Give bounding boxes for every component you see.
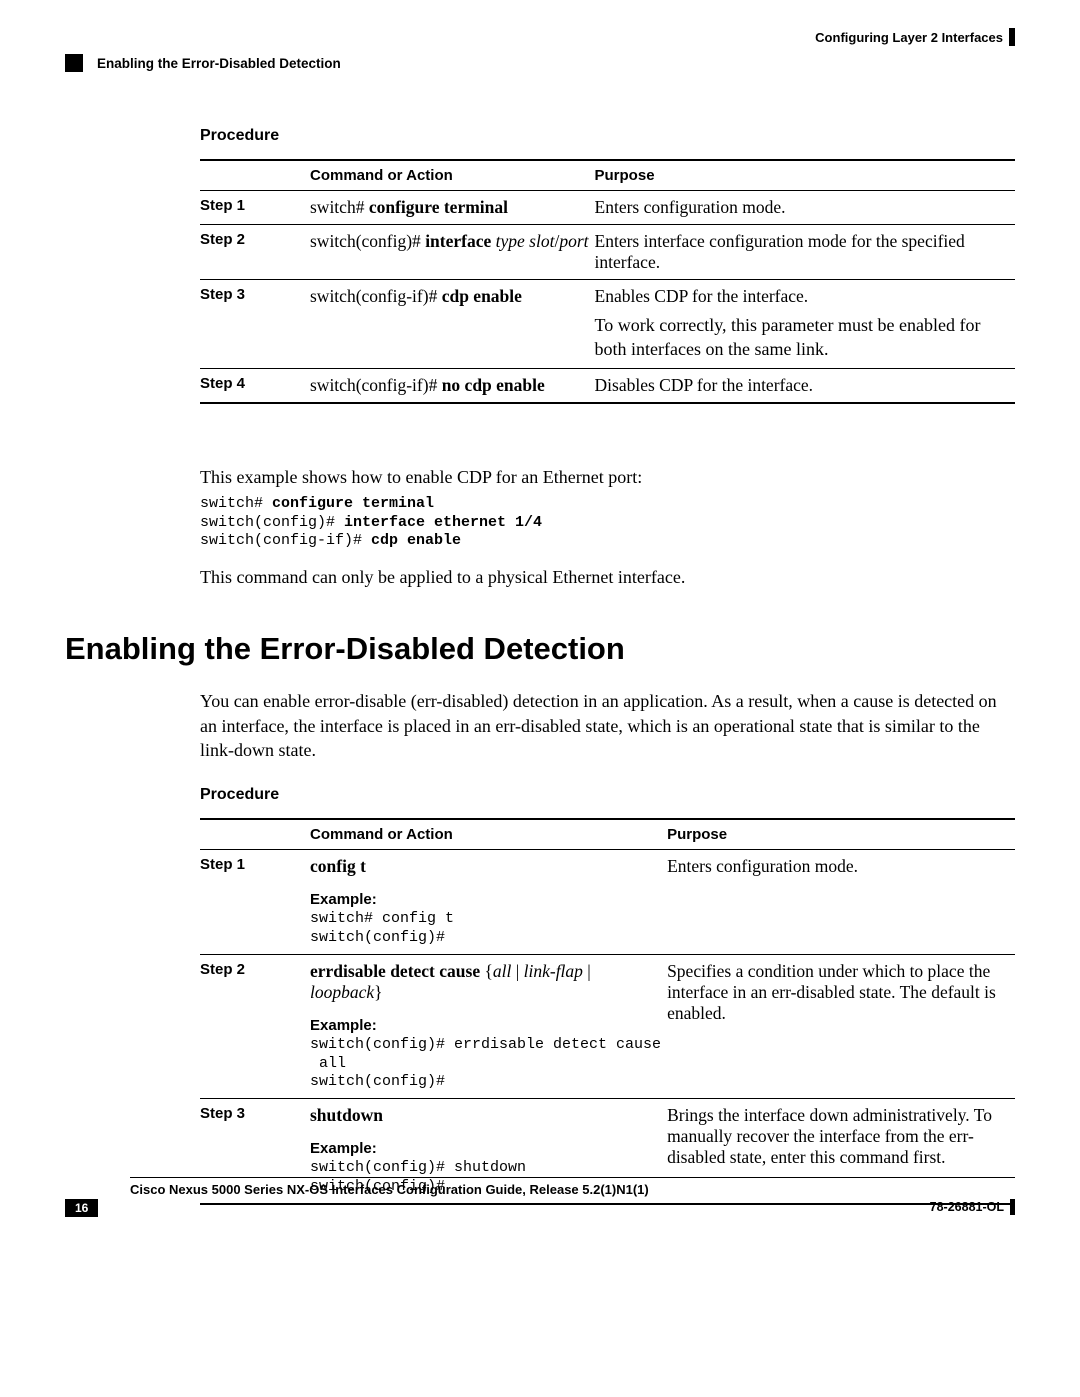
purpose-text: Specifies a condition under which to pla… (667, 954, 1015, 1098)
section-title: Enabling the Error-Disabled Detection (97, 56, 341, 71)
purpose-text: To work correctly, this parameter must b… (595, 313, 1009, 362)
table-row: Step 2 errdisable detect cause {all | li… (200, 954, 1015, 1098)
header-marker (1009, 28, 1015, 46)
col-purpose: Purpose (667, 819, 1015, 850)
table-row: Step 3 switch(config-if)# cdp enable Ena… (200, 280, 1015, 369)
procedure-heading: Procedure (200, 786, 1015, 804)
table-row: Step 1 config t Example: switch# config … (200, 850, 1015, 955)
table-row: Step 2 switch(config)# interface type sl… (200, 225, 1015, 280)
footer-marker (1010, 1199, 1015, 1215)
col-step (200, 160, 310, 191)
cmd-arg: loopback (310, 982, 374, 1002)
purpose-text: Disables CDP for the interface. (595, 368, 1015, 403)
cmd-arg: type slot (491, 231, 554, 251)
example-intro: This example shows how to enable CDP for… (200, 465, 1015, 489)
col-purpose: Purpose (595, 160, 1015, 191)
cmd-prompt: switch(config)# (310, 231, 425, 251)
section-intro: You can enable error-disable (err-disabl… (200, 689, 1015, 762)
cmd-text: shutdown (310, 1105, 661, 1126)
cmd-arg: all (493, 961, 511, 981)
cmd-text: configure terminal (369, 197, 508, 217)
cmd-text: interface (425, 231, 491, 251)
col-command: Command or Action (310, 819, 667, 850)
step-label: Step 2 (200, 225, 310, 280)
step-label: Step 1 (200, 191, 310, 225)
chapter-title: Configuring Layer 2 Interfaces (815, 28, 1015, 46)
purpose-text: Enters configuration mode. (595, 191, 1015, 225)
cmd-prompt: switch(config-if)# (310, 375, 442, 395)
step-label: Step 3 (200, 280, 310, 369)
step-label: Step 1 (200, 850, 310, 955)
procedure-table-2: Command or Action Purpose Step 1 config … (200, 818, 1015, 1204)
col-step (200, 819, 310, 850)
purpose-text: Enters interface configuration mode for … (595, 225, 1015, 280)
purpose-text: Enables CDP for the interface. (595, 286, 1009, 307)
purpose-text: Enters configuration mode. (667, 850, 1015, 955)
page-heading: Enabling the Error-Disabled Detection (65, 631, 1015, 667)
cmd-arg: link-flap (524, 961, 583, 981)
section-marker (65, 54, 83, 72)
footer-title: Cisco Nexus 5000 Series NX-OS Interfaces… (130, 1182, 1015, 1197)
example-note: This command can only be applied to a ph… (200, 565, 1015, 589)
page-footer: Cisco Nexus 5000 Series NX-OS Interfaces… (65, 1177, 1015, 1217)
cmd-prompt: switch(config-if)# (310, 286, 442, 306)
example-label: Example: (310, 1017, 661, 1034)
table-row: Step 1 switch# configure terminal Enters… (200, 191, 1015, 225)
page-number: 16 (65, 1199, 98, 1217)
step-label: Step 4 (200, 368, 310, 403)
doc-number: 78-26881-OL (930, 1199, 1015, 1215)
code-example: switch(config)# errdisable detect cause … (310, 1036, 661, 1092)
procedure-table-1: Command or Action Purpose Step 1 switch#… (200, 159, 1015, 404)
cmd-text: config t (310, 856, 661, 877)
table-row: Step 4 switch(config-if)# no cdp enable … (200, 368, 1015, 403)
cmd-text: errdisable detect cause (310, 961, 480, 981)
cmd-prompt: switch# (310, 197, 369, 217)
cmd-text: no cdp enable (442, 375, 545, 395)
code-example: switch# configure terminal switch(config… (200, 495, 1015, 551)
example-label: Example: (310, 891, 661, 908)
col-command: Command or Action (310, 160, 595, 191)
cmd-arg: port (559, 231, 588, 251)
example-label: Example: (310, 1140, 661, 1157)
cmd-text: cdp enable (442, 286, 522, 306)
procedure-heading: Procedure (200, 127, 1015, 145)
code-example: switch# config t switch(config)# (310, 910, 661, 948)
step-label: Step 2 (200, 954, 310, 1098)
